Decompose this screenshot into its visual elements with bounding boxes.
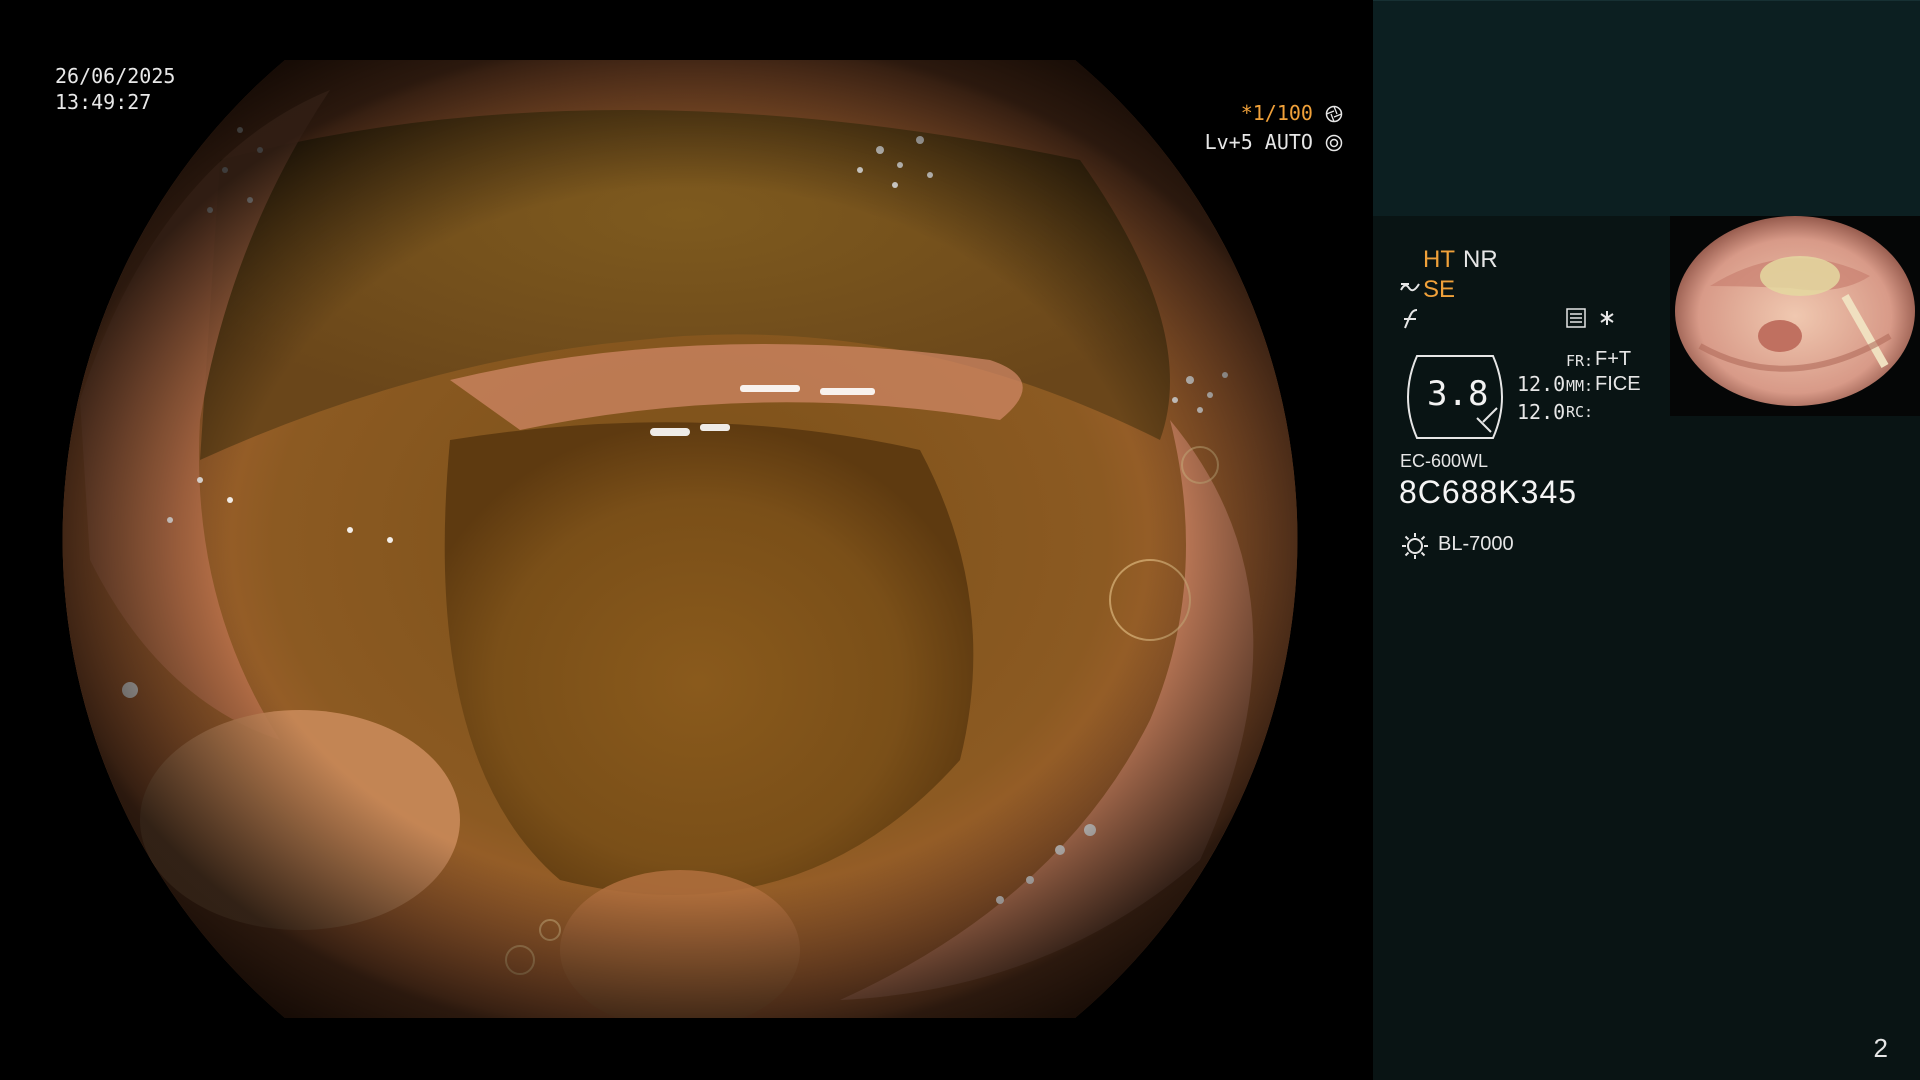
aperture-icon [1325,105,1343,123]
endoscope-view: 26/06/2025 13:49:27 *1/100 Lv+5 AUTO [0,0,1373,1080]
asterisk-icon [1600,311,1614,325]
thumbnail-endoscope [1675,216,1915,406]
value-b: 12.0 [1517,400,1566,424]
fr-value: F+T [1595,348,1632,370]
se-indicator: SE [1423,276,1456,303]
iris-text: Lv+5 AUTO [1204,130,1313,154]
page-number: 2 [1873,1033,1888,1063]
iris-icon [1325,134,1343,152]
nr-indicator: NR [1463,246,1498,273]
se-curve-icon [1400,283,1420,292]
info-panel: HT NR SE 3.8 12.0 12.0 FR: F+T MM: FICE … [1373,0,1920,1080]
top-panel-block [1373,0,1920,217]
exposure-overlay: *1/100 Lv+5 AUTO [1203,99,1343,157]
scope-model: EC-600WL [1400,451,1489,471]
light-source-label: BL-7000 [1438,533,1514,555]
f-curve-icon [1404,309,1418,329]
lamp-icon [1402,533,1428,559]
endoscopic-image [62,60,1298,1018]
time-text: 13:49:27 [55,90,152,114]
ht-indicator: HT [1423,246,1455,273]
menu-icon [1566,308,1586,328]
date-text: 26/06/2025 [55,64,176,88]
scope-serial: 8C688K345 [1399,474,1578,510]
shutter-text: *1/100 [1240,101,1313,125]
zoom-value: 3.8 [1427,374,1489,414]
mm-value: FICE [1595,373,1641,395]
fr-label: FR: [1566,352,1594,370]
thumbnail-image[interactable] [1670,216,1920,416]
datetime-overlay: 26/06/2025 13:49:27 [55,63,175,115]
mm-label: MM: [1566,377,1594,395]
rc-label: RC: [1566,403,1594,421]
value-a: 12.0 [1517,372,1566,396]
